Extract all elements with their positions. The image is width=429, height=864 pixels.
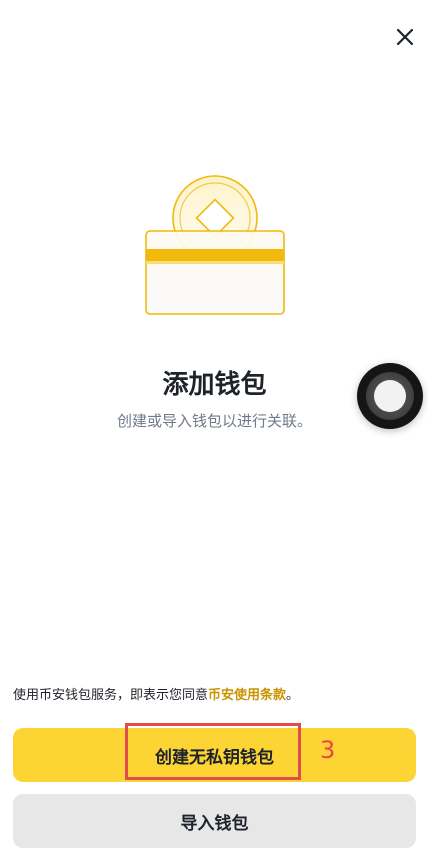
import-wallet-button[interactable]: 导入钱包 (13, 794, 416, 848)
wallet-coin-illustration (145, 175, 285, 315)
assistive-touch-icon[interactable] (357, 363, 423, 429)
add-wallet-screen: 添加钱包 创建或导入钱包以进行关联。 使用币安钱包服务，即表示您同意币安使用条款… (0, 0, 429, 864)
create-keyless-wallet-label: 创建无私钥钱包 (155, 747, 274, 767)
terms-prefix: 使用币安钱包服务，即表示您同意 (13, 688, 209, 703)
annotation-step-number: 3 (320, 736, 336, 764)
import-wallet-label: 导入钱包 (180, 813, 249, 833)
close-icon[interactable] (392, 24, 418, 50)
terms-notice: 使用币安钱包服务，即表示您同意币安使用条款。 (13, 686, 417, 706)
create-keyless-wallet-button[interactable]: 创建无私钥钱包 (13, 728, 416, 782)
terms-link[interactable]: 币安使用条款 (208, 688, 286, 703)
terms-suffix: 。 (286, 688, 300, 703)
